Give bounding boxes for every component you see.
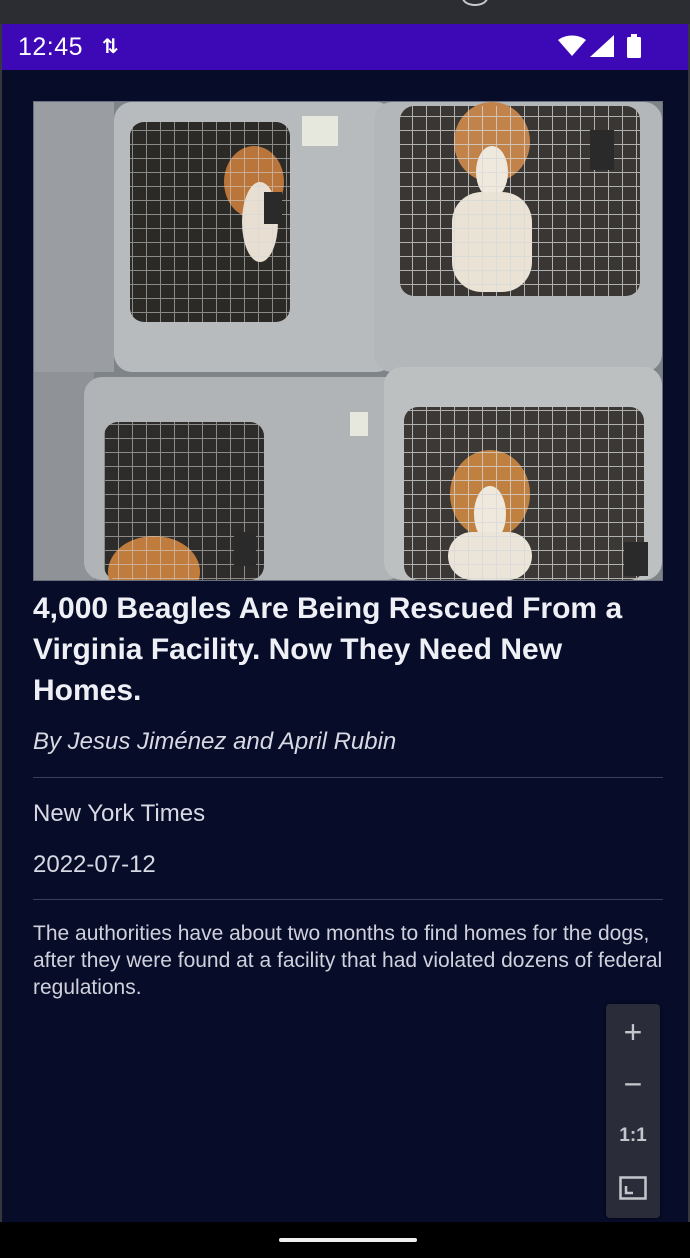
home-gesture-handle[interactable] <box>279 1238 417 1242</box>
fit-screen-button[interactable] <box>606 1162 660 1214</box>
wifi-icon <box>558 35 586 56</box>
article-detail: 4,000 Beagles Are Being Rescued From a V… <box>2 70 688 1222</box>
article-date: 2022-07-12 <box>33 851 156 878</box>
actual-size-button[interactable]: 1:1 <box>606 1110 660 1162</box>
article-byline: By Jesus Jiménez and April Rubin <box>33 728 397 755</box>
status-bar: 12:45 ⇅ <box>2 24 688 70</box>
beagles-in-crates-photo <box>34 102 662 580</box>
article-headline: 4,000 Beagles Are Being Rescued From a V… <box>33 592 623 707</box>
camera-notch-icon <box>462 0 488 6</box>
zoom-in-button[interactable]: + <box>606 1006 660 1058</box>
sync-icon: ⇅ <box>102 36 119 58</box>
zoom-controls: + − 1:1 <box>606 1004 660 1218</box>
article-image <box>33 101 663 581</box>
zoom-out-button[interactable]: − <box>606 1058 660 1110</box>
article-source: New York Times <box>33 800 206 827</box>
top-bezel <box>0 0 690 24</box>
divider <box>33 899 663 900</box>
cell-signal-icon <box>590 35 614 57</box>
navigation-bar <box>0 1222 690 1258</box>
divider <box>33 777 663 778</box>
fit-screen-icon <box>619 1176 647 1200</box>
status-time: 12:45 <box>18 33 84 61</box>
battery-icon <box>627 34 641 58</box>
article-summary: The authorities have about two months to… <box>33 922 663 999</box>
